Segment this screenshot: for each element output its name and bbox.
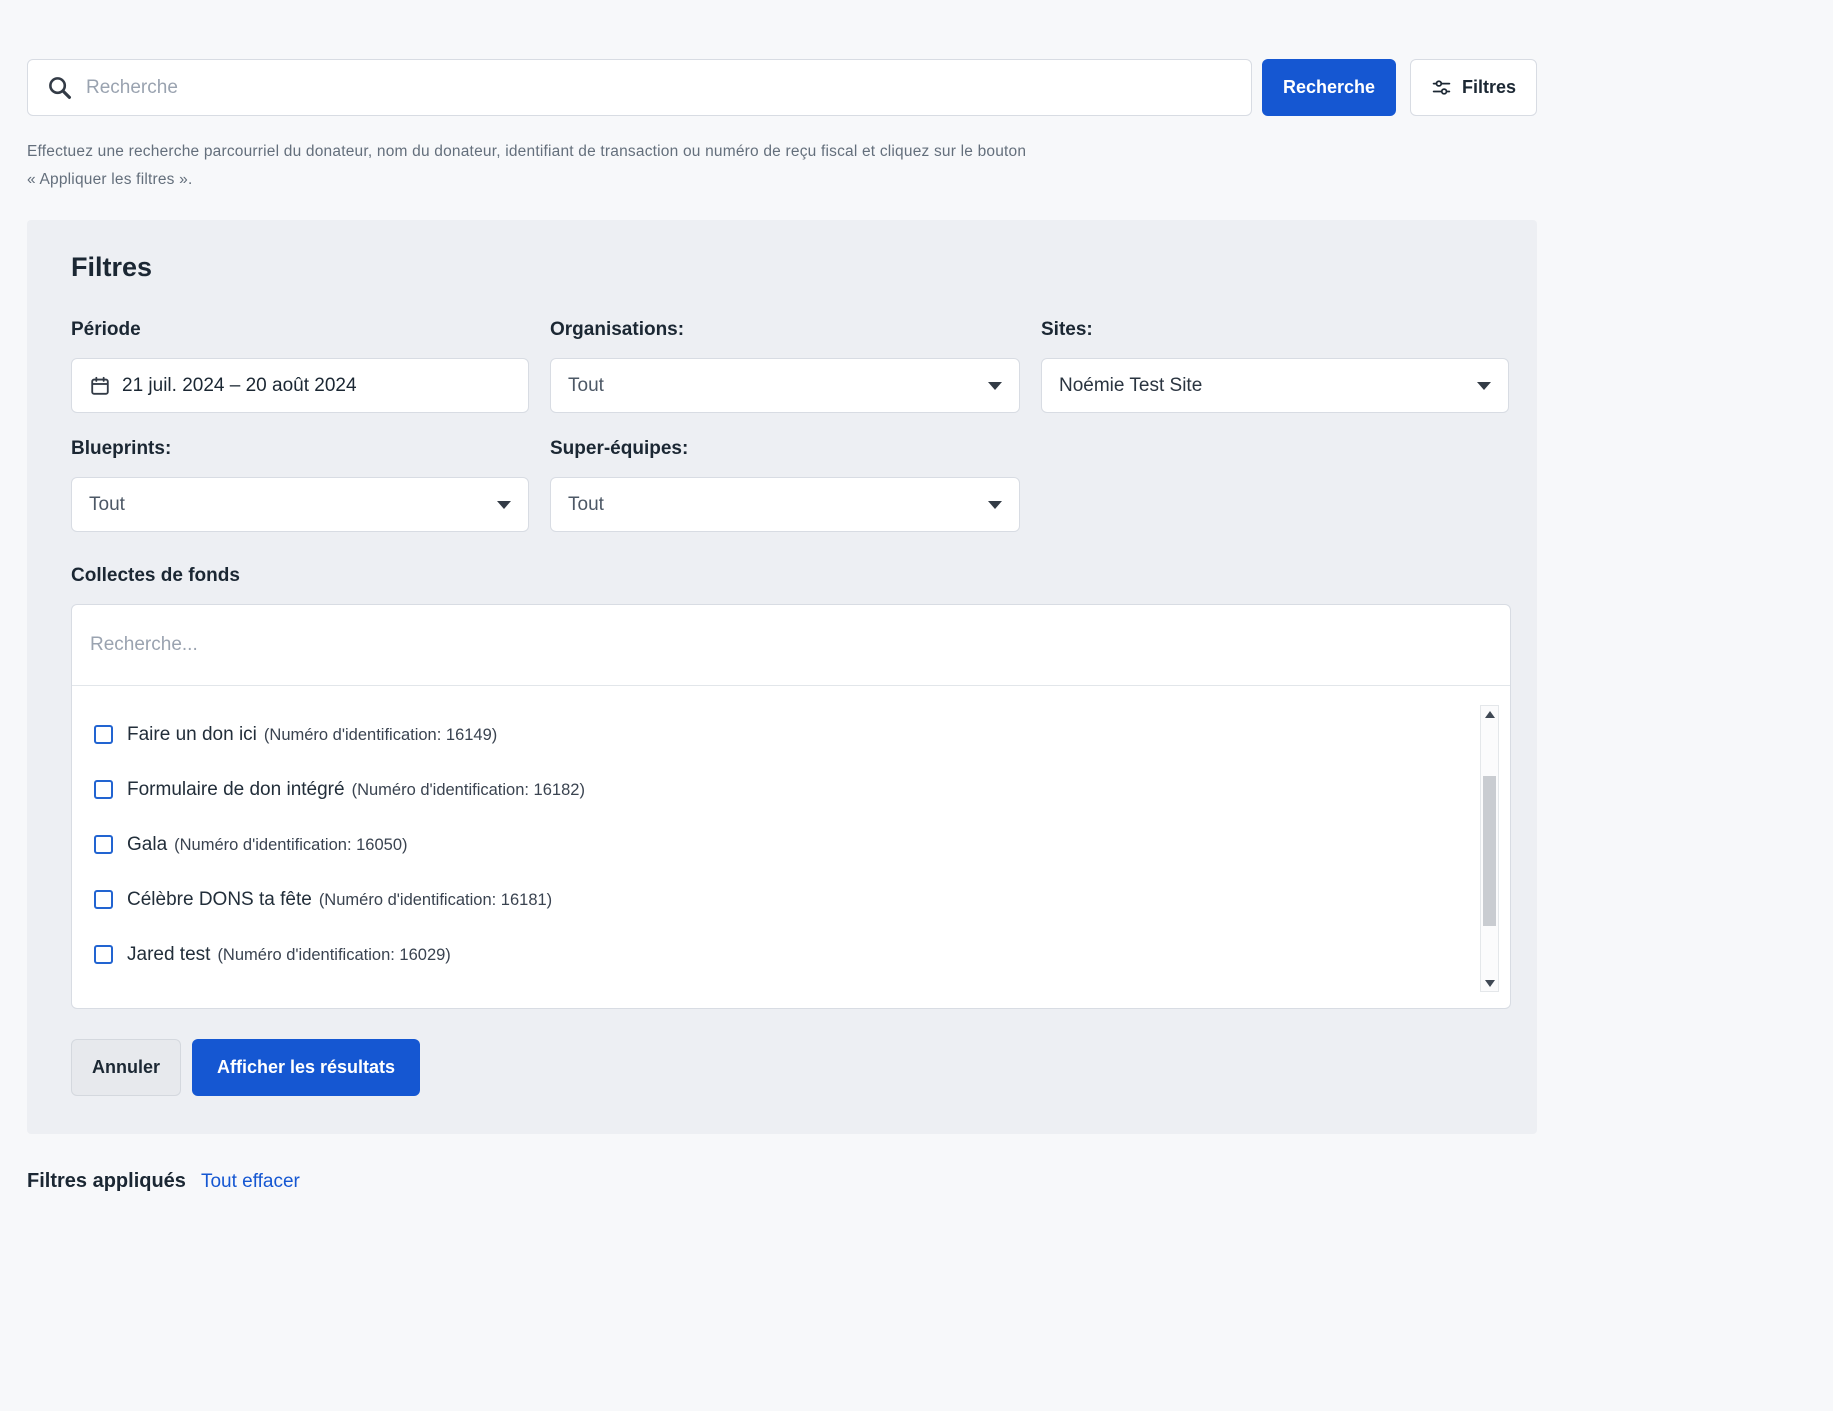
- apply-results-button[interactable]: Afficher les résultats: [192, 1039, 420, 1096]
- fundraiser-name: Célèbre DONS ta fête: [127, 889, 312, 910]
- checkbox-unchecked[interactable]: [94, 725, 113, 744]
- list-item[interactable]: Jared test (Numéro d'identification: 1602…: [94, 927, 1510, 982]
- blueprints-select[interactable]: Tout: [71, 477, 529, 532]
- organisations-value: Tout: [568, 375, 604, 397]
- list-item[interactable]: Gala (Numéro d'identification: 16050): [94, 817, 1510, 872]
- applied-filters-footer: Filtres appliqués Tout effacer: [27, 1170, 1806, 1223]
- sliders-icon: [1431, 77, 1452, 98]
- list-item[interactable]: Faire un don ici (Numéro d'identification…: [94, 707, 1510, 762]
- fundraiser-name: Faire un don ici: [127, 724, 257, 745]
- top-search-row: Recherche Filtres: [0, 0, 1833, 116]
- list-item-text: Faire un don ici (Numéro d'identification…: [127, 724, 497, 746]
- list-item-text: Formulaire de don intégré (Numéro d'ident…: [127, 779, 585, 801]
- cancel-button[interactable]: Annuler: [71, 1039, 181, 1096]
- date-range-value: 21 juil. 2024 – 20 août 2024: [122, 375, 357, 397]
- search-button[interactable]: Recherche: [1262, 59, 1396, 116]
- date-range-picker[interactable]: 21 juil. 2024 – 20 août 2024: [71, 358, 529, 413]
- scrollbar-up-arrow-icon[interactable]: [1481, 706, 1498, 722]
- periode-label: Période: [71, 319, 529, 341]
- chevron-down-icon: [1477, 382, 1491, 390]
- sites-select[interactable]: Noémie Test Site: [1041, 358, 1509, 413]
- search-input[interactable]: [86, 77, 1233, 99]
- calendar-icon: [89, 375, 111, 397]
- panel-actions: Annuler Afficher les résultats: [71, 1039, 1493, 1096]
- field-organisations: Organisations: Tout: [550, 319, 1020, 413]
- checkbox-unchecked[interactable]: [94, 945, 113, 964]
- fundraiser-name: Formulaire de don intégré: [127, 779, 345, 800]
- filter-grid-row1: Période 21 juil. 2024 – 20 août 2024 Org…: [71, 319, 1493, 438]
- scrollbar[interactable]: [1480, 705, 1499, 992]
- search-helper-text: Effectuez une recherche parcourriel du d…: [27, 138, 1806, 194]
- chevron-down-icon: [988, 382, 1002, 390]
- search-helper-line1: Effectuez une recherche parcourriel du d…: [27, 138, 1806, 166]
- super-equipes-value: Tout: [568, 494, 604, 516]
- chevron-down-icon: [988, 501, 1002, 509]
- filters-button[interactable]: Filtres: [1410, 59, 1537, 116]
- organisations-select[interactable]: Tout: [550, 358, 1020, 413]
- scrollbar-thumb[interactable]: [1483, 776, 1496, 926]
- search-icon: [46, 74, 73, 101]
- applied-filters-label: Filtres appliqués: [27, 1170, 186, 1193]
- chevron-down-icon: [497, 501, 511, 509]
- search-box[interactable]: [27, 59, 1252, 116]
- organisations-label: Organisations:: [550, 319, 1020, 341]
- field-super-equipes: Super-équipes: Tout: [550, 438, 1020, 532]
- checkbox-unchecked[interactable]: [94, 890, 113, 909]
- sites-label: Sites:: [1041, 319, 1509, 341]
- list-item-text: Gala (Numéro d'identification: 16050): [127, 834, 408, 856]
- sites-value: Noémie Test Site: [1059, 375, 1202, 397]
- list-item[interactable]: Célèbre DONS ta fête (Numéro d'identifica…: [94, 872, 1510, 927]
- super-equipes-select[interactable]: Tout: [550, 477, 1020, 532]
- fundraiser-id: (Numéro d'identification: 16149): [264, 726, 497, 744]
- fundraisers-label: Collectes de fonds: [71, 565, 1493, 587]
- super-equipes-label: Super-équipes:: [550, 438, 1020, 460]
- fundraisers-search-box[interactable]: [72, 605, 1510, 686]
- filters-panel: Filtres Période 21 juil. 2024 – 20 août …: [27, 220, 1537, 1134]
- checkbox-unchecked[interactable]: [94, 780, 113, 799]
- fundraiser-id: (Numéro d'identification: 16050): [174, 836, 407, 854]
- fundraisers-search-input[interactable]: [90, 634, 1352, 656]
- fundraisers-listbox: Faire un don ici (Numéro d'identification…: [71, 604, 1511, 1009]
- clear-all-link[interactable]: Tout effacer: [201, 1171, 300, 1193]
- field-periode: Période 21 juil. 2024 – 20 août 2024: [71, 319, 529, 413]
- fundraisers-list: Faire un don ici (Numéro d'identification…: [72, 686, 1510, 982]
- fundraiser-id: (Numéro d'identification: 16029): [217, 946, 450, 964]
- list-item[interactable]: Formulaire de don intégré (Numéro d'ident…: [94, 762, 1510, 817]
- blueprints-value: Tout: [89, 494, 125, 516]
- field-sites: Sites: Noémie Test Site: [1041, 319, 1509, 413]
- scrollbar-down-arrow-icon[interactable]: [1481, 975, 1498, 991]
- filters-panel-title: Filtres: [71, 252, 1493, 283]
- fundraiser-id: (Numéro d'identification: 16182): [352, 781, 585, 799]
- checkbox-unchecked[interactable]: [94, 835, 113, 854]
- filter-grid-row2: Blueprints: Tout Super-équipes: Tout: [71, 438, 1493, 557]
- fundraiser-name: Gala: [127, 834, 167, 855]
- blueprints-label: Blueprints:: [71, 438, 529, 460]
- fundraiser-name: Jared test: [127, 944, 210, 965]
- field-blueprints: Blueprints: Tout: [71, 438, 529, 532]
- list-item-text: Célèbre DONS ta fête (Numéro d'identifica…: [127, 889, 552, 911]
- list-item-text: Jared test (Numéro d'identification: 1602…: [127, 944, 451, 966]
- fundraiser-id: (Numéro d'identification: 16181): [319, 891, 552, 909]
- filters-button-label: Filtres: [1462, 77, 1516, 98]
- search-helper-line2: « Appliquer les filtres ».: [27, 166, 1806, 194]
